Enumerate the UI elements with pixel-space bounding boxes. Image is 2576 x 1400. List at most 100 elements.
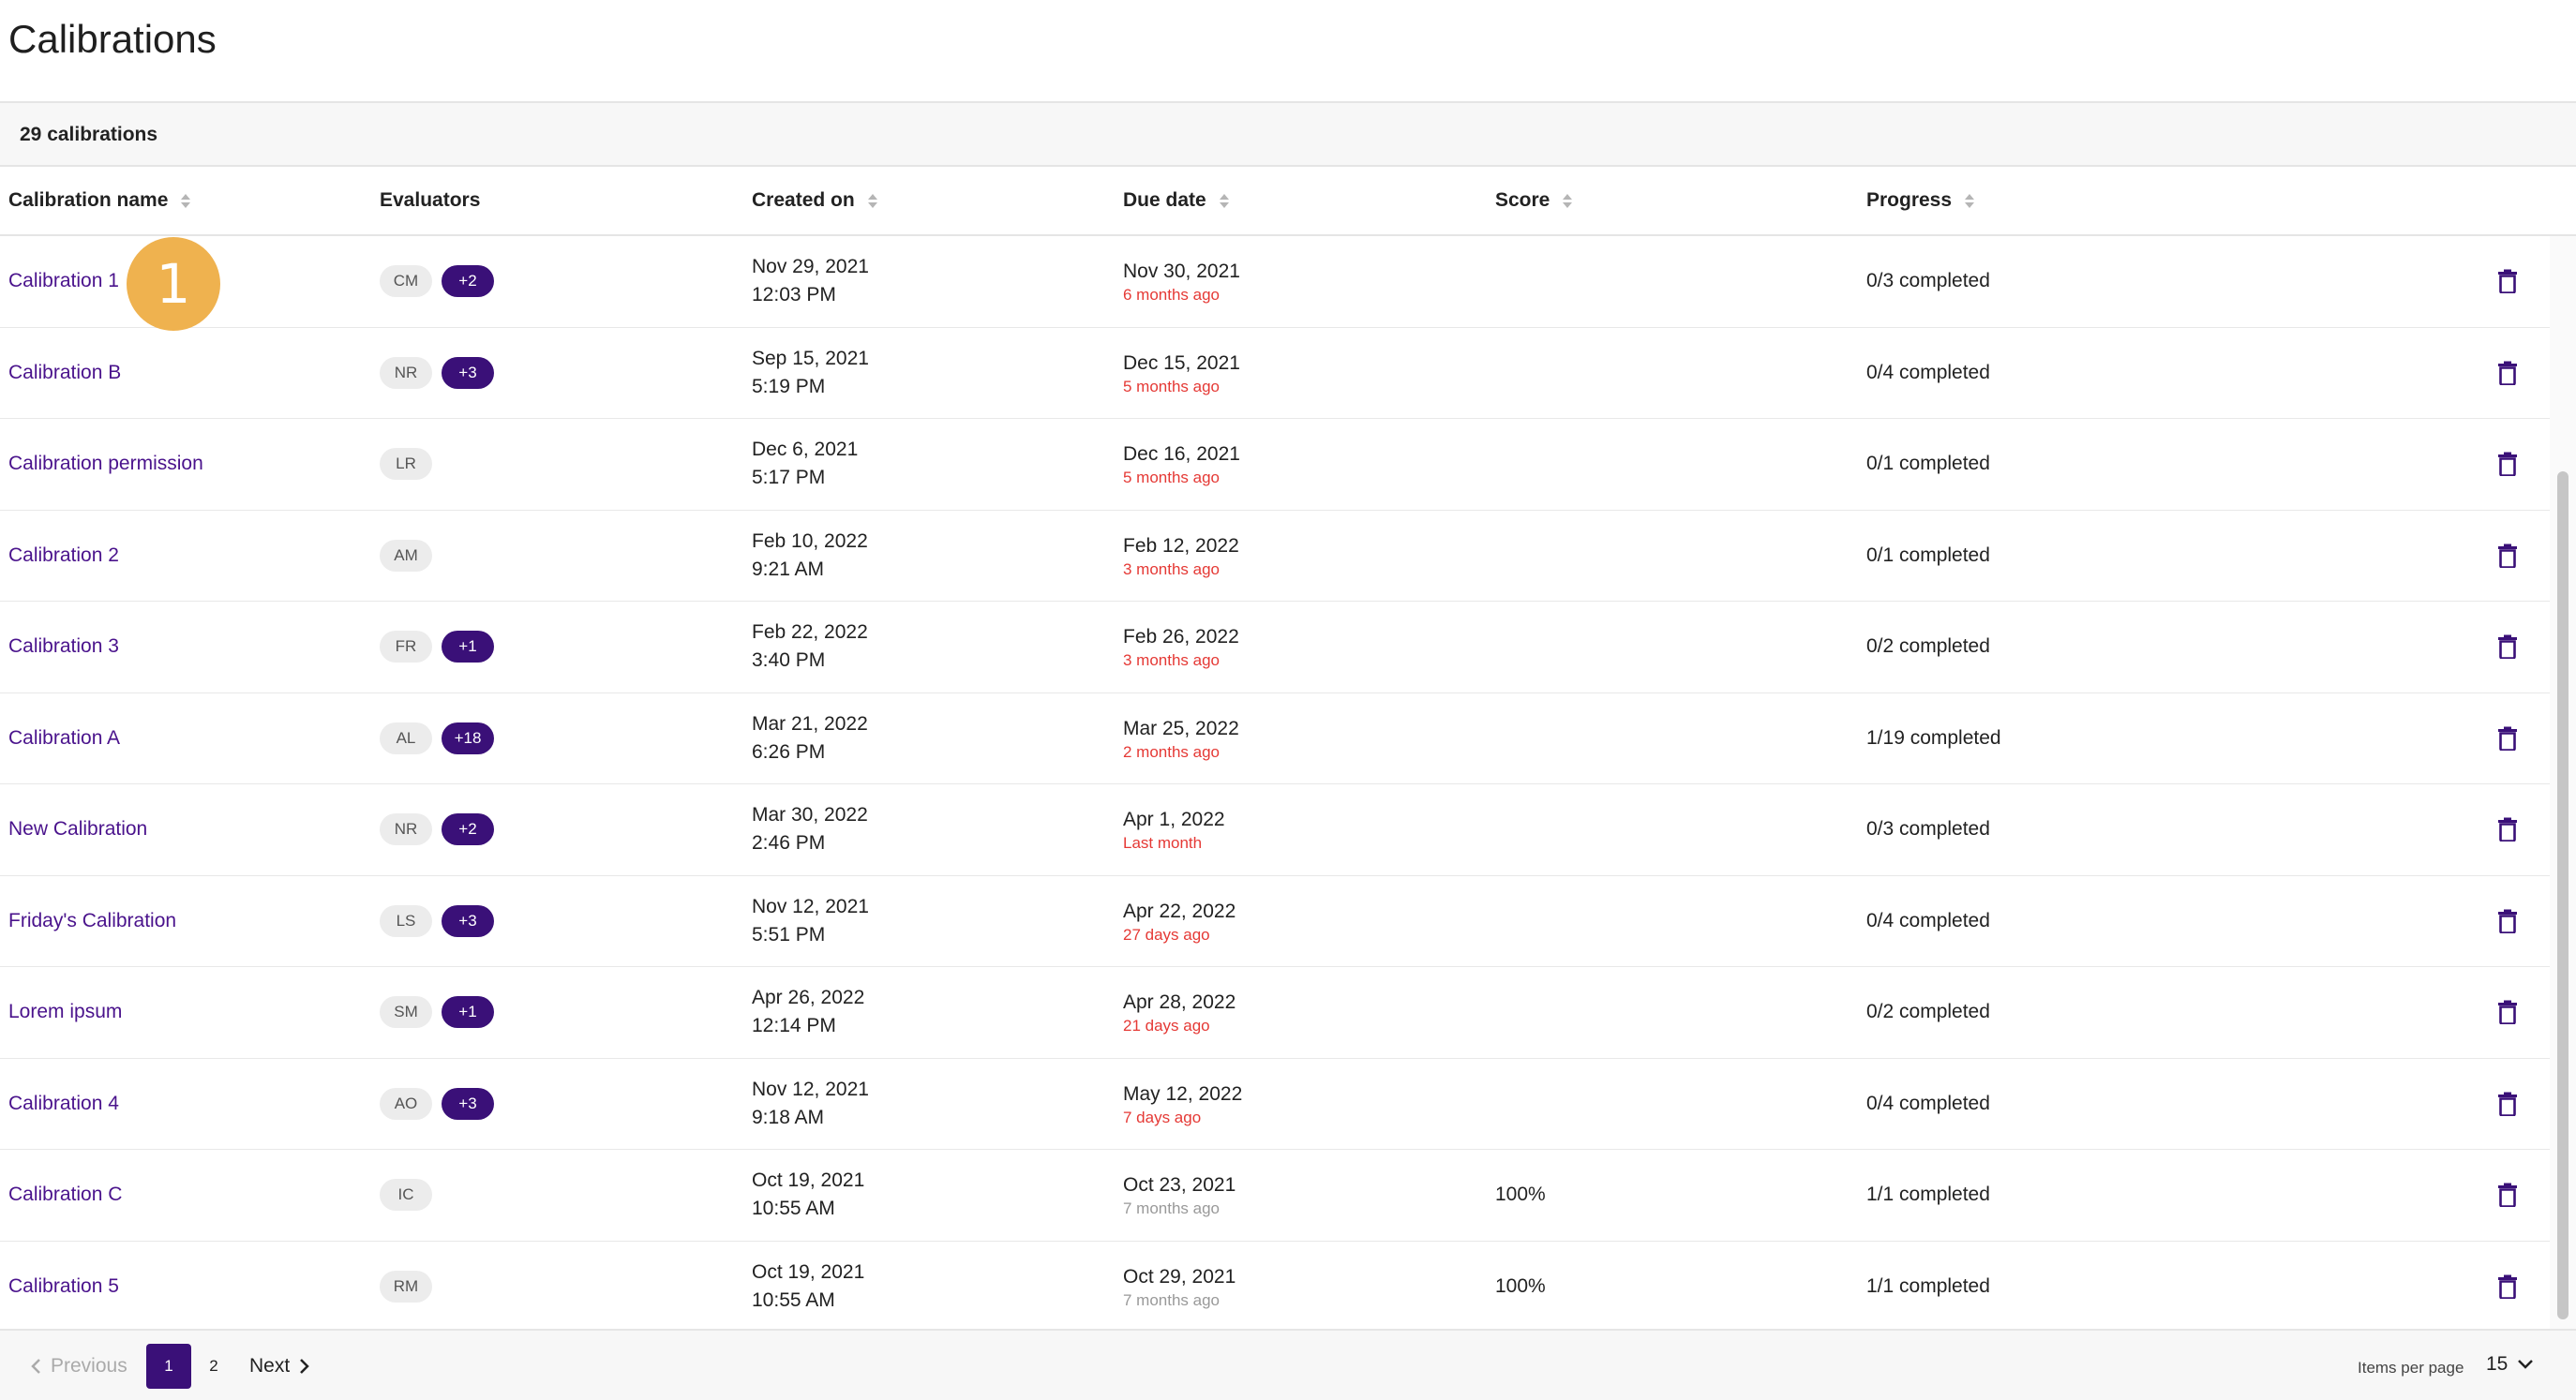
- more-evaluators-chip[interactable]: +1: [442, 996, 494, 1028]
- calibration-name-link[interactable]: Calibration 5: [8, 1242, 119, 1332]
- created-on-cell: Mar 30, 2022 2:46 PM: [752, 784, 868, 874]
- calibration-name-link[interactable]: Calibration C: [8, 1150, 122, 1240]
- more-evaluators-chip[interactable]: +3: [442, 904, 494, 937]
- due-relative: 5 months ago: [1123, 377, 1221, 395]
- created-date: Oct 19, 2021: [752, 1260, 865, 1283]
- delete-button[interactable]: [2497, 419, 2518, 509]
- calibrations-table-body: Calibration 1 CM +2 Nov 29, 2021 12:03 P…: [0, 236, 2550, 1333]
- evaluator-chip: NR: [380, 813, 432, 845]
- evaluators-cell: LR: [380, 419, 432, 509]
- trash-icon: [2498, 452, 2517, 476]
- column-header-due-date[interactable]: Due date: [1123, 189, 1229, 212]
- due-date-cell: Apr 28, 2022 21 days ago: [1123, 967, 1236, 1057]
- calibration-name-link[interactable]: Calibration B: [8, 328, 121, 418]
- evaluators-cell: SM +1: [380, 967, 494, 1057]
- more-evaluators-chip[interactable]: +1: [442, 631, 494, 663]
- due-date: Nov 30, 2021: [1123, 261, 1240, 282]
- evaluator-chip: NR: [380, 356, 432, 389]
- created-time: 12:14 PM: [752, 1015, 836, 1036]
- calibration-name-link[interactable]: Calibration permission: [8, 419, 203, 509]
- evaluator-chip: FR: [380, 631, 432, 663]
- column-header-name[interactable]: Calibration name: [8, 189, 191, 212]
- sort-icon: [181, 193, 191, 208]
- scrollbar-thumb[interactable]: [2557, 471, 2569, 1319]
- more-evaluators-chip[interactable]: +2: [442, 813, 494, 845]
- created-time: 5:19 PM: [752, 375, 826, 397]
- created-time: 9:21 AM: [752, 558, 825, 580]
- delete-button[interactable]: [2497, 693, 2518, 783]
- calibration-name-link[interactable]: Calibration 2: [8, 511, 119, 601]
- delete-button[interactable]: [2497, 328, 2518, 418]
- progress-cell: 1/1 completed: [1866, 1274, 1990, 1297]
- evaluators-cell: CM +2: [380, 236, 494, 326]
- column-header-created-on[interactable]: Created on: [752, 189, 877, 212]
- items-per-page-select[interactable]: 15: [2486, 1353, 2534, 1376]
- created-time: 9:18 AM: [752, 1106, 825, 1128]
- delete-button[interactable]: [2497, 876, 2518, 966]
- table-row: New Calibration NR +2 Mar 30, 2022 2:46 …: [0, 784, 2550, 876]
- table-header: Calibration name Evaluators Created on D…: [0, 167, 2576, 236]
- delete-button[interactable]: [2497, 1150, 2518, 1240]
- evaluator-chip: AL: [380, 722, 432, 754]
- created-time: 12:03 PM: [752, 284, 836, 305]
- evaluators-cell: IC: [380, 1150, 432, 1240]
- page-2-button[interactable]: 2: [197, 1344, 231, 1389]
- evaluator-chip: CM: [380, 265, 432, 297]
- delete-button[interactable]: [2497, 511, 2518, 601]
- table-row: Calibration A AL +18 Mar 21, 2022 6:26 P…: [0, 693, 2550, 784]
- previous-page-button[interactable]: Previous: [30, 1355, 127, 1378]
- progress-cell: 0/2 completed: [1866, 635, 1990, 657]
- delete-button[interactable]: [2497, 967, 2518, 1057]
- evaluators-cell: RM: [380, 1242, 432, 1332]
- score-cell: 100%: [1495, 1274, 1546, 1297]
- more-evaluators-chip[interactable]: +3: [442, 356, 494, 389]
- due-relative: 3 months ago: [1123, 651, 1221, 669]
- delete-button[interactable]: [2497, 1242, 2518, 1332]
- calibration-name-link[interactable]: Friday's Calibration: [8, 876, 176, 966]
- due-date: Oct 23, 2021: [1123, 1174, 1236, 1196]
- evaluators-cell: AL +18: [380, 693, 494, 783]
- calibration-name-link[interactable]: Lorem ipsum: [8, 967, 122, 1057]
- due-relative: 7 months ago: [1123, 1290, 1221, 1309]
- due-relative: 5 months ago: [1123, 469, 1221, 486]
- column-header-score[interactable]: Score: [1495, 189, 1573, 212]
- table-row: Calibration 4 AO +3 Nov 12, 2021 9:18 AM…: [0, 1059, 2550, 1150]
- progress-cell: 0/3 completed: [1866, 818, 1990, 840]
- trash-icon: [2498, 726, 2517, 751]
- column-header-progress[interactable]: Progress: [1866, 189, 1975, 212]
- trash-icon: [2498, 634, 2517, 659]
- table-row: Calibration B NR +3 Sep 15, 2021 5:19 PM…: [0, 328, 2550, 419]
- progress-cell: 1/19 completed: [1866, 726, 2001, 749]
- more-evaluators-chip[interactable]: +18: [442, 722, 494, 754]
- calibration-name-link[interactable]: Calibration 4: [8, 1059, 119, 1149]
- progress-cell: 1/1 completed: [1866, 1184, 1990, 1205]
- progress-cell: 0/2 completed: [1866, 1001, 1990, 1022]
- calibration-name-link[interactable]: Calibration 3: [8, 602, 119, 692]
- page-1-button[interactable]: 1: [146, 1344, 191, 1389]
- due-date-cell: Oct 23, 2021 7 months ago: [1123, 1150, 1236, 1240]
- delete-button[interactable]: [2497, 236, 2518, 326]
- due-date-cell: Feb 26, 2022 3 months ago: [1123, 602, 1239, 692]
- due-date-cell: Mar 25, 2022 2 months ago: [1123, 693, 1239, 783]
- calibration-name-link[interactable]: Calibration 1: [8, 236, 119, 326]
- delete-button[interactable]: [2497, 1059, 2518, 1149]
- created-date: Nov 29, 2021: [752, 256, 869, 277]
- created-on-cell: Nov 12, 2021 9:18 AM: [752, 1059, 869, 1149]
- due-relative: 6 months ago: [1123, 286, 1221, 304]
- delete-button[interactable]: [2497, 602, 2518, 692]
- delete-button[interactable]: [2497, 784, 2518, 874]
- more-evaluators-chip[interactable]: +2: [442, 265, 494, 297]
- calibration-name-link[interactable]: Calibration A: [8, 693, 120, 783]
- more-evaluators-chip[interactable]: +3: [442, 1087, 494, 1120]
- evaluators-cell: AM: [380, 511, 432, 601]
- table-row: Calibration 3 FR +1 Feb 22, 2022 3:40 PM…: [0, 602, 2550, 693]
- calibration-name-link[interactable]: New Calibration: [8, 784, 147, 874]
- created-on-cell: Sep 15, 2021 5:19 PM: [752, 328, 869, 418]
- due-date: Dec 15, 2021: [1123, 351, 1240, 374]
- evaluator-chip: LR: [380, 448, 432, 480]
- calibration-count: 29 calibrations: [20, 124, 158, 145]
- calibration-count-bar: 29 calibrations: [0, 101, 2576, 167]
- created-time: 6:26 PM: [752, 740, 826, 763]
- next-page-button[interactable]: Next: [249, 1355, 310, 1378]
- due-relative: 3 months ago: [1123, 559, 1221, 578]
